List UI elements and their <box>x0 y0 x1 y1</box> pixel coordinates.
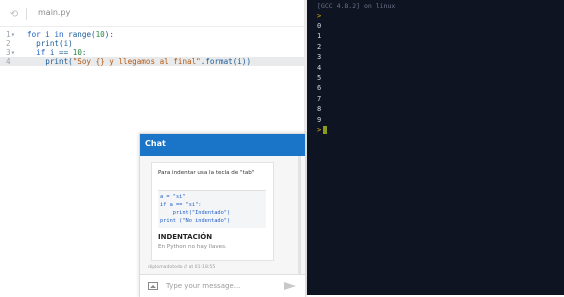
code-line: print(i) <box>27 39 73 48</box>
image-icon[interactable] <box>148 282 158 290</box>
console-output-line: 6 <box>317 84 322 93</box>
message-text: Para indentar usa la tecla de "tab" <box>158 170 255 176</box>
console-header: [GCC 4.8.2] on linux <box>317 2 396 10</box>
chat-messages: Para indentar usa la tecla de "tab" a = … <box>140 156 305 274</box>
console-output-line: 7 <box>317 94 322 103</box>
console-output-line: 3 <box>317 53 322 62</box>
code-line: if i == 10: <box>36 48 87 57</box>
line-number-gutter: 1▾ 2 3▾ 4 <box>0 26 26 295</box>
message-code-block: a = "si" if a == "si": print("Indentado")… <box>158 190 266 228</box>
console-output-line: 8 <box>317 105 322 114</box>
console-output-line: 0 <box>317 22 322 30</box>
code-block-line: print("Indentado") <box>160 210 231 216</box>
message-meta: diplomadotodo // at 01:18:55 <box>148 265 216 270</box>
chat-header[interactable]: Chat <box>140 134 305 156</box>
card-subtitle: En Python no hay llaves. <box>158 244 227 250</box>
card-heading: INDENTACIÓN <box>158 233 213 241</box>
code-block-line: if a == "si": <box>160 202 202 208</box>
console-panel[interactable]: [GCC 4.8.2] on linux >0 1 2 3 4 5 6 7 8 9 > <box>307 0 564 295</box>
chat-scrollbar[interactable] <box>298 156 301 274</box>
file-tab-main-py[interactable]: main.py <box>38 8 70 17</box>
console-output-line: 2 <box>317 42 322 51</box>
chat-message-card[interactable]: Para indentar usa la tecla de "tab" a = … <box>151 162 274 261</box>
chat-input-bar <box>140 274 305 297</box>
console-prompt: > <box>317 12 322 20</box>
line-number: 1▾ <box>6 30 16 39</box>
console-output-line: 9 <box>317 115 322 124</box>
line-number: 3▾ <box>6 48 16 57</box>
code-line: print("Soy {} y llegamos al final".forma… <box>27 57 252 66</box>
file-refresh-icon[interactable]: ⟲ <box>8 9 20 21</box>
console-input-prompt[interactable]: > <box>317 125 328 135</box>
code-block-line: print ("No indentado") <box>160 218 231 224</box>
code-block-line: a = "si" <box>160 194 186 200</box>
console-output-line: 5 <box>317 74 322 82</box>
console-cursor <box>323 126 328 134</box>
send-icon[interactable] <box>284 282 296 290</box>
tab-divider <box>26 8 27 20</box>
chat-message-input[interactable] <box>166 280 278 292</box>
chat-title: Chat <box>145 139 166 148</box>
code-line: for i in range(10): <box>27 30 114 39</box>
line-number: 4 <box>6 57 11 66</box>
editor-tabbar: ⟲ main.py <box>0 0 306 27</box>
line-number: 2 <box>6 39 11 48</box>
console-output-line: 4 <box>317 63 322 72</box>
console-output-line: 1 <box>317 32 322 41</box>
chat-panel: Chat Para indentar usa la tecla de "tab"… <box>139 133 306 297</box>
